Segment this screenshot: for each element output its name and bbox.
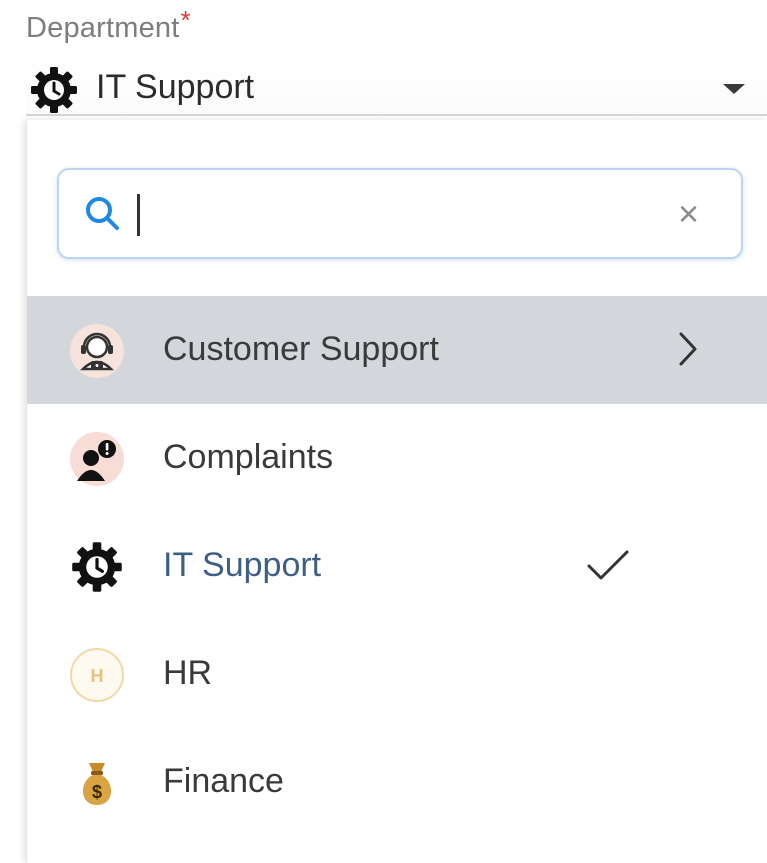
letter-h-badge-icon: H <box>70 648 124 702</box>
chevron-right-icon[interactable] <box>677 330 699 368</box>
option-customer-support[interactable]: Customer Support <box>27 296 767 404</box>
search-icon <box>86 197 119 230</box>
money-bag-icon: $ <box>82 763 112 805</box>
gear-clock-icon <box>72 542 122 592</box>
field-label-text: Department <box>26 12 180 44</box>
option-hr[interactable]: H HR <box>27 620 767 728</box>
svg-text:$: $ <box>92 782 102 802</box>
option-label: Complaints <box>163 438 334 476</box>
option-it-support[interactable]: IT Support <box>27 512 767 620</box>
option-label: IT Support <box>163 546 322 584</box>
gear-clock-icon <box>31 67 77 113</box>
field-label: Department* <box>26 5 191 45</box>
user-alert-icon <box>70 432 124 486</box>
option-label: Finance <box>163 762 284 800</box>
clear-icon[interactable]: × <box>678 194 699 234</box>
option-complaints[interactable]: Complaints <box>27 404 767 512</box>
option-label: Customer Support <box>163 330 439 368</box>
option-label: HR <box>163 654 213 692</box>
search-box[interactable]: × <box>57 168 743 259</box>
dropdown-panel: × Customer Support Complaints IT Support… <box>26 120 767 863</box>
svg-text:H: H <box>91 666 104 686</box>
caret-down-icon[interactable] <box>723 84 745 94</box>
text-cursor <box>137 194 140 236</box>
checkmark-icon <box>587 550 629 580</box>
options-list: Customer Support Complaints IT Support H… <box>27 296 767 836</box>
option-finance[interactable]: $ Finance <box>27 728 767 836</box>
search-input[interactable] <box>137 188 637 240</box>
headset-agent-icon <box>70 324 124 378</box>
required-asterisk: * <box>180 5 191 35</box>
department-select[interactable]: IT Support <box>26 60 767 116</box>
selected-value: IT Support <box>96 68 255 106</box>
